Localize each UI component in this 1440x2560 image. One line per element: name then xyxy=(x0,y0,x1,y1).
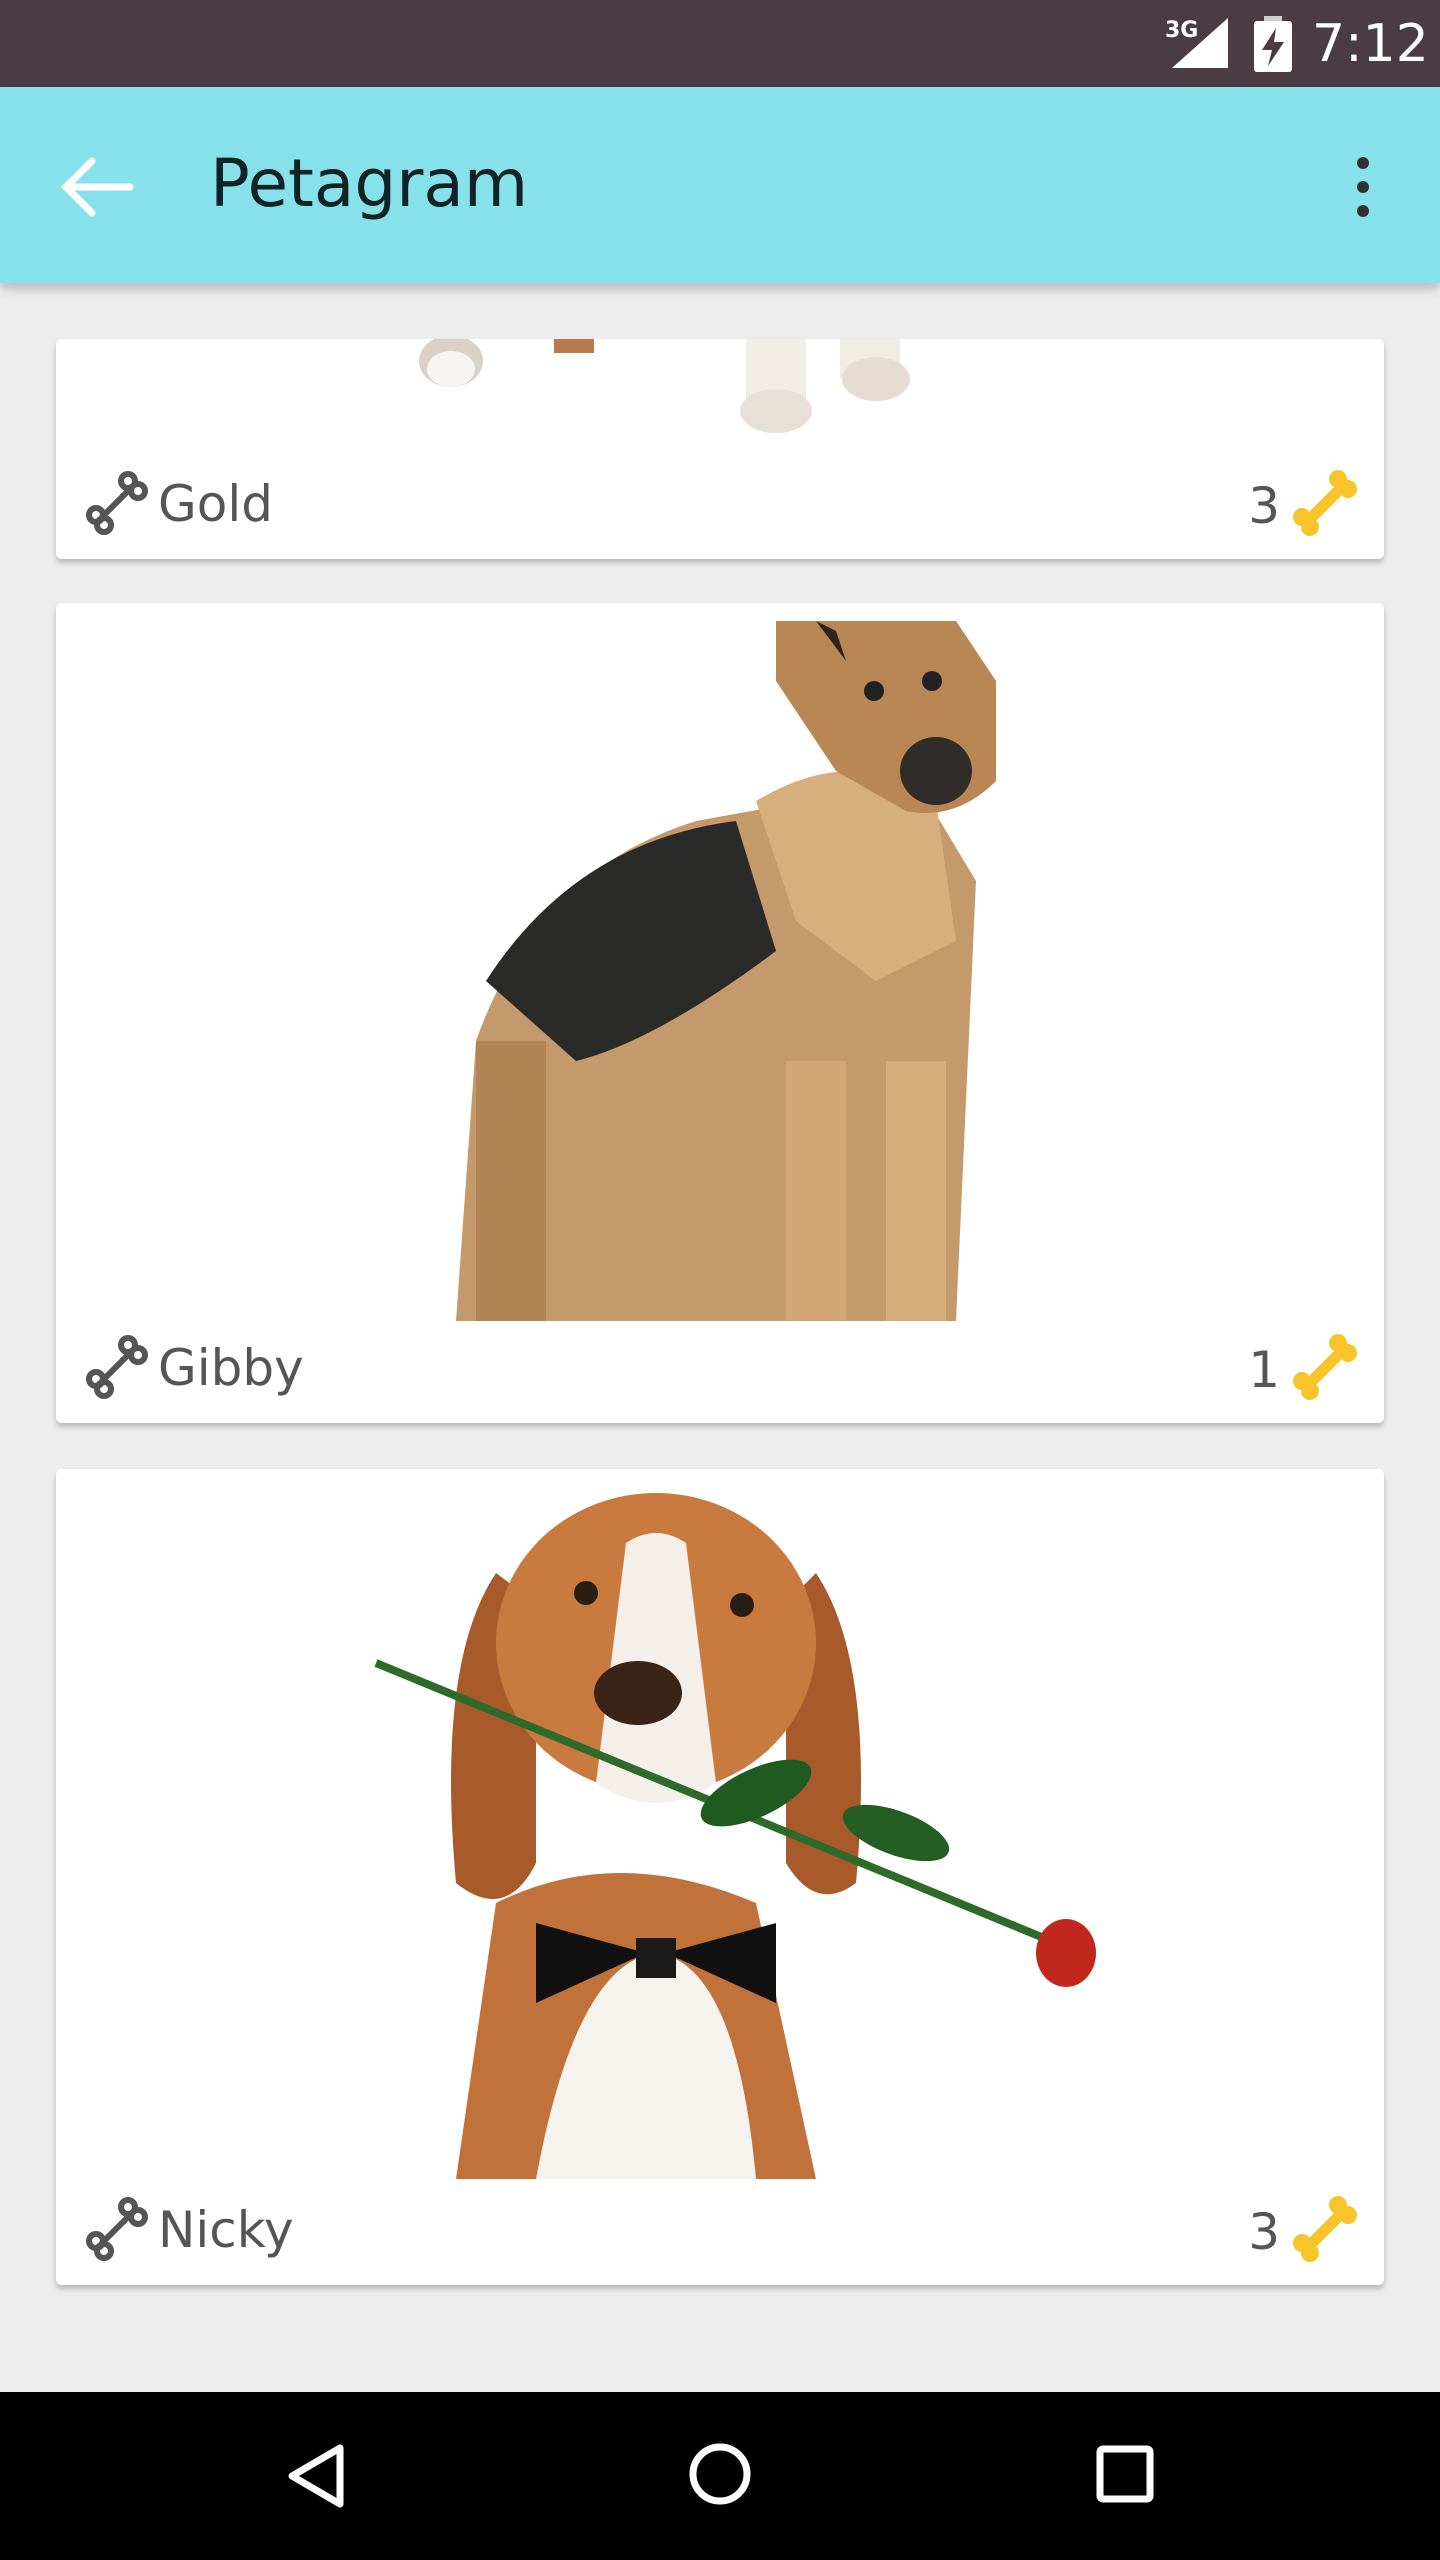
beagle-with-rose-image xyxy=(374,1493,1096,2179)
clock: 7:12 xyxy=(1312,14,1429,74)
recents-square-icon[interactable] xyxy=(1095,2444,1155,2504)
bone-outline-icon xyxy=(86,471,148,535)
bone-gold-icon[interactable] xyxy=(1288,1331,1360,1403)
german-shepherd-image xyxy=(456,621,996,1321)
pet-card[interactable]: Gibby 1 xyxy=(56,603,1384,1423)
overflow-menu-icon[interactable] xyxy=(1345,155,1381,219)
pet-name: Gibby xyxy=(158,1339,304,1397)
system-nav-bar xyxy=(0,2392,1440,2560)
bone-outline-icon xyxy=(86,2197,148,2261)
like-count: 3 xyxy=(1248,477,1280,535)
app-bar: Petagram xyxy=(0,87,1440,283)
pet-list[interactable]: Gold 3 Gibby 1 Nicky 3 xyxy=(0,283,1440,2392)
pet-photo xyxy=(56,621,1384,1321)
bone-gold-icon[interactable] xyxy=(1288,467,1360,539)
bone-outline-icon xyxy=(86,1335,148,1399)
pet-photo xyxy=(56,339,1384,439)
pet-photo xyxy=(56,1483,1384,2179)
like-count: 1 xyxy=(1248,1341,1280,1399)
status-bar: 3G 7:12 xyxy=(0,0,1440,87)
back-arrow-icon[interactable] xyxy=(58,147,138,227)
back-triangle-icon[interactable] xyxy=(284,2442,346,2510)
page-title: Petagram xyxy=(210,145,529,222)
pet-card-footer: Gold 3 xyxy=(56,439,1384,559)
pet-name: Gold xyxy=(158,475,273,533)
pet-card[interactable]: Gold 3 xyxy=(56,339,1384,559)
pet-card[interactable]: Nicky 3 xyxy=(56,1469,1384,2285)
signal-icon xyxy=(1172,18,1228,68)
pet-name: Nicky xyxy=(158,2201,294,2259)
bone-gold-icon[interactable] xyxy=(1288,2193,1360,2265)
dog-paws-image xyxy=(419,339,910,433)
pet-card-footer: Nicky 3 xyxy=(56,2165,1384,2285)
like-count: 3 xyxy=(1248,2203,1280,2261)
battery-charging-icon xyxy=(1254,16,1292,72)
home-circle-icon[interactable] xyxy=(688,2442,752,2506)
pet-card-footer: Gibby 1 xyxy=(56,1303,1384,1423)
